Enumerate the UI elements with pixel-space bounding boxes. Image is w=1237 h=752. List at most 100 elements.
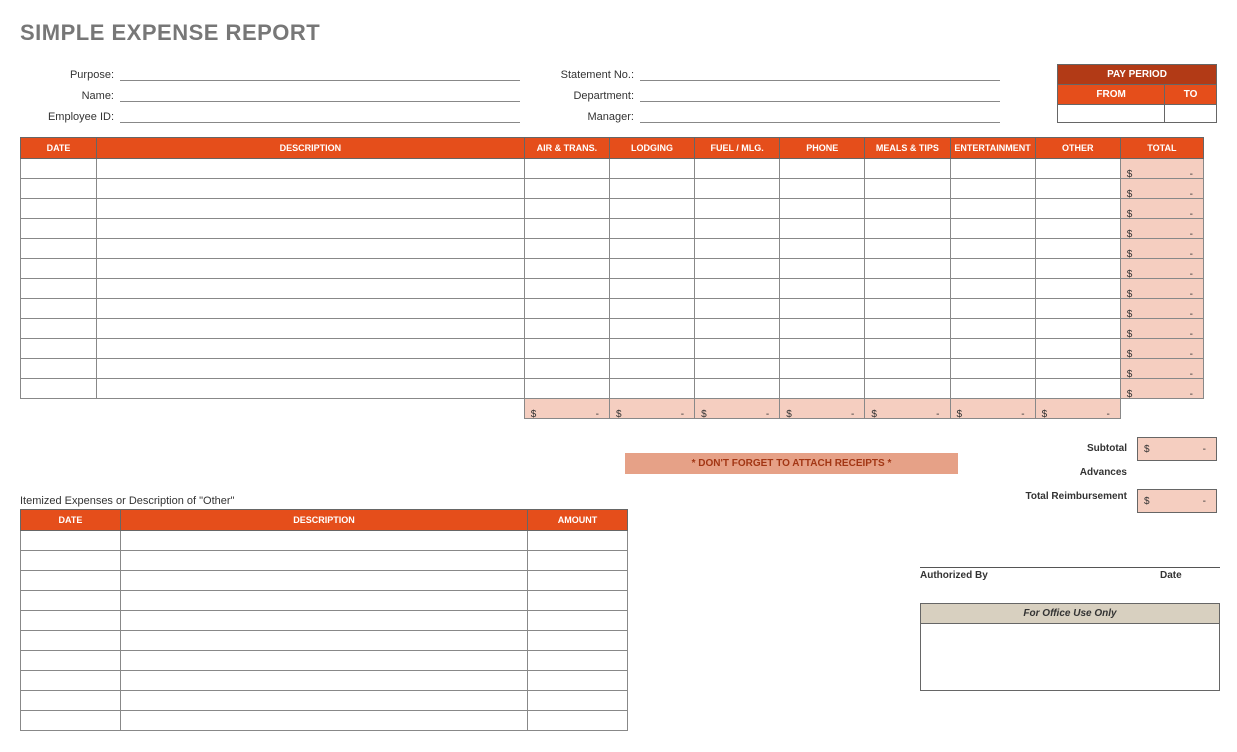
cell[interactable] [21,359,97,379]
cell[interactable] [97,219,525,239]
pay-period-from[interactable] [1058,105,1165,123]
cell[interactable] [21,239,97,259]
cell[interactable] [97,179,525,199]
cell[interactable] [865,279,950,299]
cell[interactable] [21,531,121,551]
cell[interactable] [524,199,609,219]
cell[interactable] [780,179,865,199]
cell[interactable] [695,299,780,319]
cell[interactable] [695,379,780,399]
cell[interactable] [950,299,1035,319]
cell[interactable] [865,219,950,239]
cell[interactable] [865,159,950,179]
cell[interactable] [865,199,950,219]
cell[interactable] [21,179,97,199]
cell[interactable] [1035,259,1120,279]
cell[interactable] [950,159,1035,179]
cell[interactable] [780,219,865,239]
cell[interactable] [950,319,1035,339]
cell[interactable] [21,651,121,671]
cell[interactable] [609,199,694,219]
cell[interactable] [21,711,121,731]
cell[interactable] [528,531,628,551]
input-purpose[interactable] [120,66,520,81]
cell[interactable] [609,359,694,379]
cell[interactable] [609,219,694,239]
cell[interactable] [1035,199,1120,219]
cell[interactable] [865,379,950,399]
cell[interactable] [120,611,527,631]
cell[interactable] [528,551,628,571]
cell[interactable] [950,359,1035,379]
cell[interactable] [780,299,865,319]
cell[interactable] [695,259,780,279]
advances-value[interactable] [1137,463,1217,487]
cell[interactable] [120,691,527,711]
cell[interactable] [609,239,694,259]
cell[interactable] [695,339,780,359]
cell[interactable] [120,711,527,731]
cell[interactable] [780,359,865,379]
cell[interactable] [950,179,1035,199]
cell[interactable] [950,279,1035,299]
cell[interactable] [528,711,628,731]
cell[interactable] [97,339,525,359]
cell[interactable] [21,159,97,179]
cell[interactable] [865,179,950,199]
cell[interactable] [1035,219,1120,239]
cell[interactable] [528,631,628,651]
cell[interactable] [528,671,628,691]
cell[interactable] [120,671,527,691]
cell[interactable] [120,571,527,591]
cell[interactable] [950,339,1035,359]
cell[interactable] [97,359,525,379]
cell[interactable] [609,299,694,319]
cell[interactable] [21,319,97,339]
cell[interactable] [524,379,609,399]
cell[interactable] [120,551,527,571]
cell[interactable] [950,219,1035,239]
cell[interactable] [609,379,694,399]
cell[interactable] [97,379,525,399]
cell[interactable] [1035,379,1120,399]
cell[interactable] [1035,279,1120,299]
input-name[interactable] [120,87,520,102]
cell[interactable] [524,219,609,239]
input-statement-no[interactable] [640,66,1000,81]
cell[interactable] [120,651,527,671]
cell[interactable] [780,259,865,279]
cell[interactable] [1035,239,1120,259]
cell[interactable] [609,159,694,179]
cell[interactable] [695,319,780,339]
cell[interactable] [528,571,628,591]
cell[interactable] [97,239,525,259]
input-employee-id[interactable] [120,108,520,123]
cell[interactable] [21,691,121,711]
cell[interactable] [21,259,97,279]
cell[interactable] [1035,339,1120,359]
cell[interactable] [524,319,609,339]
cell[interactable] [609,319,694,339]
cell[interactable] [865,319,950,339]
cell[interactable] [950,259,1035,279]
cell[interactable] [21,199,97,219]
cell[interactable] [1035,319,1120,339]
office-use-body[interactable] [921,624,1219,690]
cell[interactable] [21,631,121,651]
cell[interactable] [528,691,628,711]
cell[interactable] [695,179,780,199]
cell[interactable] [865,359,950,379]
cell[interactable] [524,259,609,279]
cell[interactable] [865,239,950,259]
cell[interactable] [524,359,609,379]
cell[interactable] [21,339,97,359]
cell[interactable] [21,671,121,691]
cell[interactable] [97,159,525,179]
pay-period-to[interactable] [1165,105,1217,123]
cell[interactable] [97,199,525,219]
cell[interactable] [524,239,609,259]
input-department[interactable] [640,87,1000,102]
input-manager[interactable] [640,108,1000,123]
cell[interactable] [21,299,97,319]
cell[interactable] [21,611,121,631]
